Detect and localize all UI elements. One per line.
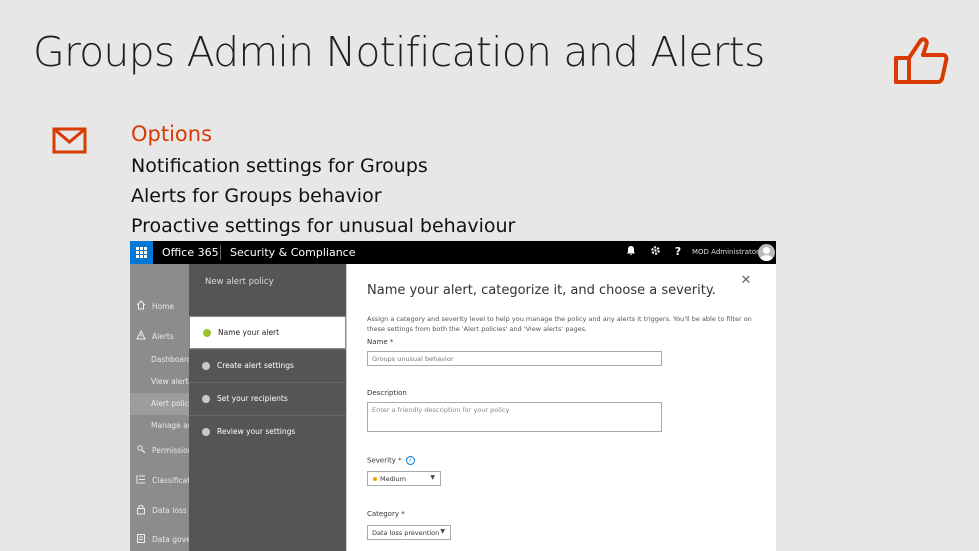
name-field[interactable]: Groups unusual behavior [367,351,662,366]
wizard-step-recipients[interactable]: Set your recipients [189,382,346,415]
home-icon [136,300,146,312]
nav-item-data-loss-prevention[interactable]: Data loss prevention [130,500,189,522]
description-label: Description [367,389,407,397]
alert-icon [136,329,146,342]
category-value: Data loss prevention [372,529,440,537]
panel-heading: Name your alert, categorize it, and choo… [367,283,716,298]
panel-description: Assign a category and severity level to … [367,315,752,333]
nav-item-classifications[interactable]: Classifications [130,470,189,492]
option-item: Alerts for Groups behavior [131,185,382,207]
step-pending-icon [202,362,210,370]
nav-item-label: Manage advanced alerts [151,421,189,430]
step-label: Create alert settings [217,361,294,370]
step-pending-icon [202,395,210,403]
nav-item-label: Classifications [152,476,189,485]
options-heading: Options [131,122,213,146]
wizard-title: New alert policy [205,277,274,287]
mail-icon [52,127,87,154]
user-name[interactable]: MOD Administrator [692,248,759,256]
lock-icon [136,504,146,516]
permissions-icon [136,444,146,456]
severity-label-text: Severity * [367,456,402,465]
nav-item-alerts[interactable]: Alerts [130,326,189,348]
category-dropdown[interactable]: Data loss prevention ▼ [367,525,451,540]
nav-item-label: Permissions [152,446,189,455]
name-label: Name * [367,338,394,346]
close-icon[interactable]: ✕ [739,274,753,288]
nav-item-label: Home [152,302,175,311]
severity-value: Medium [380,475,406,483]
step-complete-icon [203,329,211,337]
bell-icon[interactable] [624,245,638,259]
nav-subitem-manage-advanced-alerts[interactable]: Manage advanced alerts [130,415,189,437]
wizard-steps: New alert policy Name your alert Create … [189,264,346,551]
chevron-down-icon: ▼ [440,528,445,535]
nav-item-label: Data loss prevention [152,506,189,515]
thumbs-up-icon [894,37,949,84]
option-item: Proactive settings for unusual behaviour [131,215,516,237]
wizard-step-name-alert[interactable]: Name your alert [189,316,346,349]
option-item: Notification settings for Groups [131,155,428,177]
chevron-down-icon: ▼ [430,474,435,481]
embedded-screenshot: Office 365 Security & Compliance ? MOD A… [130,241,776,551]
category-label: Category * [367,510,405,518]
app-name[interactable]: Office 365 [162,246,219,259]
list-icon [136,474,146,486]
info-icon[interactable]: i [405,456,415,465]
severity-medium-icon [373,477,377,481]
waffle-icon[interactable] [130,241,153,264]
step-label: Name your alert [218,328,280,337]
left-nav: Home Alerts Dashboard View alerts Alert … [130,264,189,551]
nav-item-home[interactable]: Home [130,296,189,318]
section-name[interactable]: Security & Compliance [230,246,356,259]
avatar[interactable] [758,244,775,261]
nav-item-label: Data governance [152,535,189,544]
severity-dropdown[interactable]: Medium ▼ [367,471,441,486]
nav-subitem-alert-policies[interactable]: Alert policies [130,393,189,415]
slide-title: Groups Admin Notification and Alerts [33,28,765,76]
top-bar: Office 365 Security & Compliance ? MOD A… [130,241,776,264]
step-pending-icon [202,428,210,436]
gear-icon[interactable] [648,245,662,259]
step-label: Set your recipients [217,394,288,403]
nav-item-label: Alerts [152,332,174,341]
nav-item-label: View alerts [151,377,189,386]
divider [220,245,221,260]
nav-subitem-view-alerts[interactable]: View alerts [130,371,189,393]
step-label: Review your settings [217,427,296,436]
nav-subitem-dashboard[interactable]: Dashboard [130,349,189,371]
alert-form-panel: ✕ Name your alert, categorize it, and ch… [346,264,776,551]
wizard-step-review[interactable]: Review your settings [189,415,346,448]
severity-label: Severity * i [367,456,415,465]
description-field[interactable]: Enter a friendly description for your po… [367,402,662,432]
governance-icon [136,533,146,545]
nav-item-label: Alert policies [151,399,189,408]
nav-item-label: Dashboard [151,355,189,364]
nav-item-permissions[interactable]: Permissions [130,440,189,462]
wizard-step-alert-settings[interactable]: Create alert settings [189,349,346,382]
nav-item-data-governance[interactable]: Data governance [130,529,189,551]
help-icon[interactable]: ? [671,245,685,259]
